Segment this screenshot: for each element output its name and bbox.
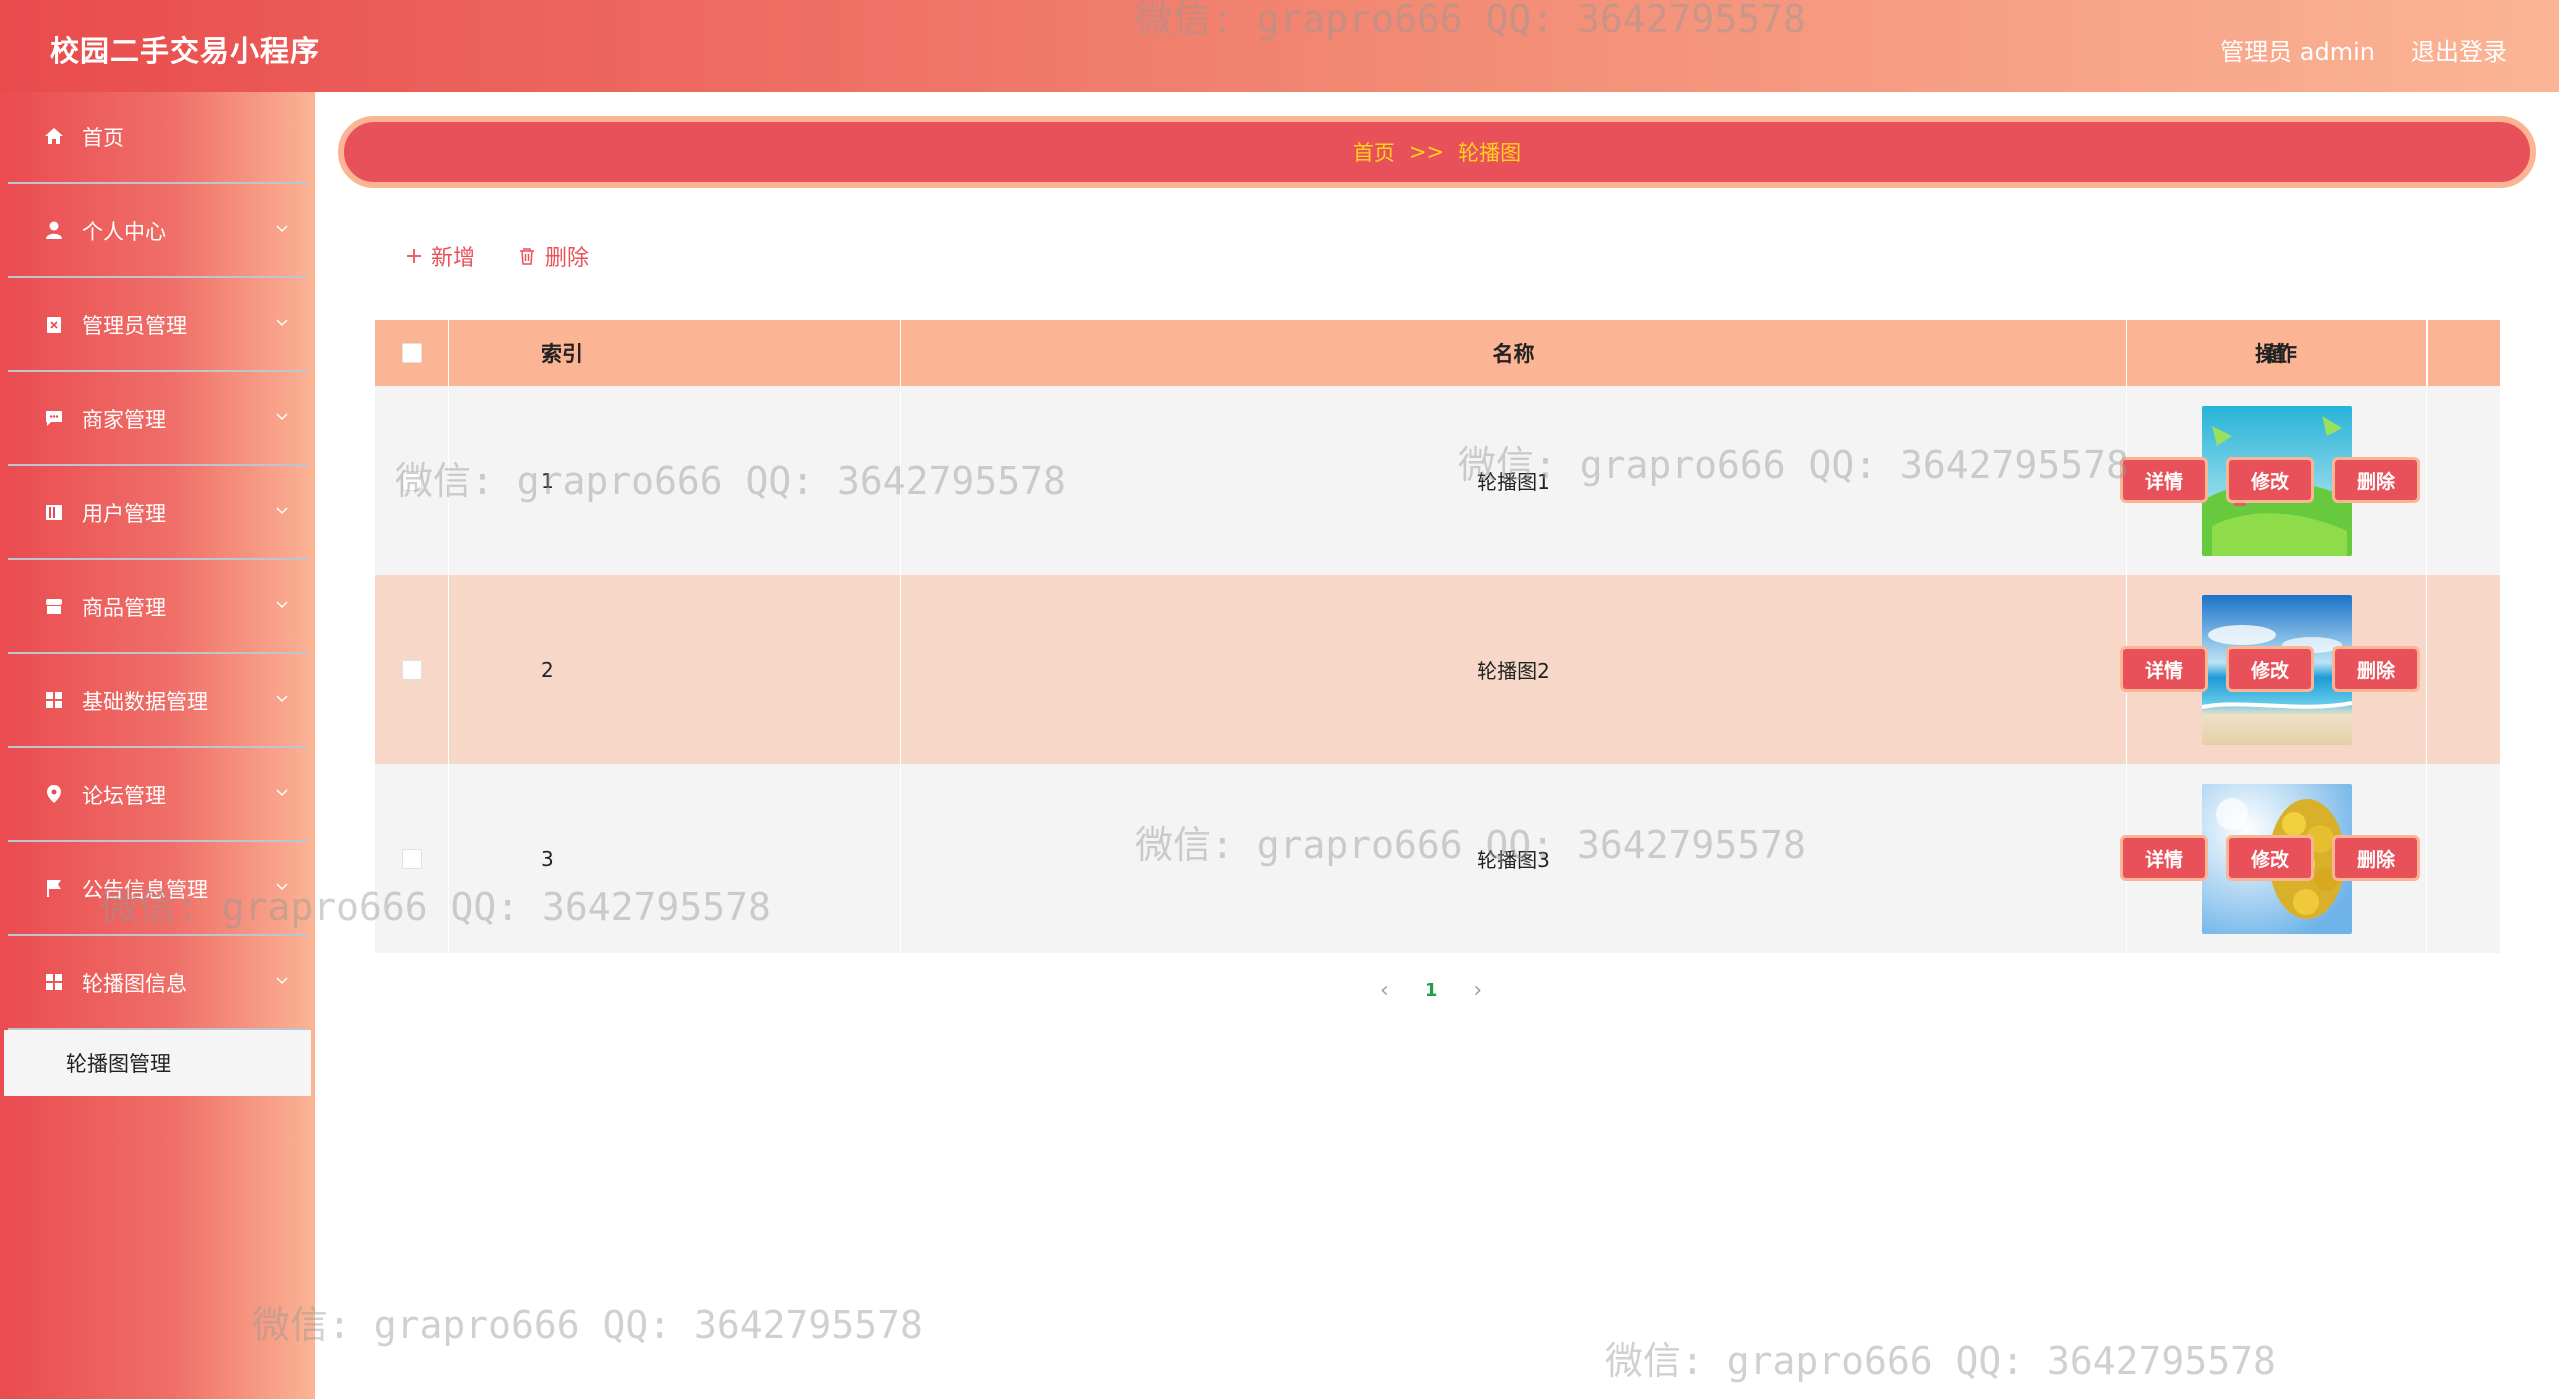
sidebar-item-label: 论坛管理 bbox=[82, 784, 166, 808]
row-actions: 详情 修改 删除 bbox=[2120, 835, 2420, 881]
row-checkbox[interactable] bbox=[401, 659, 422, 680]
sidebar-item-forum-management[interactable]: 论坛管理 bbox=[8, 750, 308, 842]
chevron-down-icon bbox=[276, 319, 288, 327]
edit-button[interactable]: 修改 bbox=[2226, 457, 2314, 503]
top-bar: 校园二手交易小程序 管理员 admin 退出登录 bbox=[0, 0, 2559, 92]
chevron-down-icon bbox=[276, 225, 288, 233]
detail-button[interactable]: 详情 bbox=[2120, 835, 2208, 881]
chevron-down-icon bbox=[276, 977, 288, 985]
chevron-down-icon bbox=[276, 789, 288, 797]
sidebar-item-goods-management[interactable]: 商品管理 bbox=[8, 562, 308, 654]
sidebar-item-label: 基础数据管理 bbox=[82, 690, 208, 714]
row-name: 轮播图1 bbox=[901, 386, 2127, 575]
sidebar: 首页 个人中心 管理员管理 商家管理 用户管理 商品管理 基础数据管理 论坛管理… bbox=[0, 92, 315, 1399]
sidebar-item-label: 个人中心 bbox=[82, 220, 166, 244]
toolbar: 新增 删除 bbox=[405, 240, 589, 272]
row-name: 轮播图2 bbox=[901, 575, 2127, 764]
header-index: 索引 bbox=[449, 320, 901, 386]
chat-icon bbox=[44, 408, 64, 428]
edit-button[interactable]: 修改 bbox=[2226, 646, 2314, 692]
sidebar-item-home[interactable]: 首页 bbox=[8, 92, 308, 184]
flag-icon bbox=[44, 878, 64, 898]
app-title: 校园二手交易小程序 bbox=[50, 34, 321, 68]
sidebar-item-label: 商品管理 bbox=[82, 596, 166, 620]
header-ops: 操作 bbox=[2255, 342, 2297, 366]
pagination: ‹ 1 › bbox=[1380, 978, 1482, 1003]
sidebar-subitem-label: 轮播图管理 bbox=[66, 1052, 171, 1076]
breadcrumb-current: 轮播图 bbox=[1458, 141, 1522, 165]
clipboard-icon bbox=[44, 314, 64, 334]
trash-icon bbox=[520, 248, 535, 265]
sidebar-item-label: 首页 bbox=[82, 126, 124, 150]
row-actions: 详情 修改 删除 bbox=[2120, 646, 2420, 692]
sidebar-item-label: 公告信息管理 bbox=[82, 878, 208, 902]
sidebar-item-user-management[interactable]: 用户管理 bbox=[8, 468, 308, 560]
grid-icon bbox=[44, 972, 64, 992]
sidebar-item-label: 用户管理 bbox=[82, 502, 166, 526]
home-icon bbox=[44, 126, 64, 146]
admin-label: 管理员 admin bbox=[2220, 38, 2375, 66]
sidebar-item-admin-management[interactable]: 管理员管理 bbox=[8, 280, 308, 372]
sidebar-item-basic-data[interactable]: 基础数据管理 bbox=[8, 656, 308, 748]
page-number[interactable]: 1 bbox=[1425, 980, 1438, 1001]
delete-button[interactable]: 删除 bbox=[2332, 835, 2420, 881]
sidebar-item-label: 轮播图信息 bbox=[82, 972, 187, 996]
chevron-down-icon bbox=[276, 413, 288, 421]
row-actions: 详情 修改 删除 bbox=[2120, 457, 2420, 503]
row-name: 轮播图3 bbox=[901, 764, 2127, 953]
delete-button[interactable]: 删除 bbox=[2332, 646, 2420, 692]
location-pin-icon bbox=[44, 784, 64, 804]
chevron-down-icon bbox=[276, 601, 288, 609]
store-icon bbox=[44, 596, 64, 616]
logout-link[interactable]: 退出登录 bbox=[2411, 32, 2507, 67]
chevron-down-icon bbox=[276, 695, 288, 703]
delete-button[interactable]: 删除 bbox=[2332, 457, 2420, 503]
prev-page-icon[interactable]: ‹ bbox=[1380, 978, 1389, 1003]
chevron-down-icon bbox=[276, 883, 288, 891]
batch-delete-button[interactable]: 删除 bbox=[517, 240, 589, 272]
grid-icon bbox=[44, 690, 64, 710]
detail-button[interactable]: 详情 bbox=[2120, 646, 2208, 692]
breadcrumb: 首页 >> 轮播图 bbox=[338, 116, 2536, 188]
row-index: 3 bbox=[449, 764, 901, 953]
row-checkbox[interactable] bbox=[401, 470, 422, 491]
row-index: 1 bbox=[449, 386, 901, 575]
watermark: 微信: grapro666 QQ: 3642795578 bbox=[1605, 1339, 2276, 1383]
top-right-links: 管理员 admin 退出登录 bbox=[2220, 32, 2507, 67]
watermark: 微信: grapro666 QQ: 3642795578 bbox=[252, 1303, 923, 1347]
sidebar-item-personal-center[interactable]: 个人中心 bbox=[8, 186, 308, 278]
sidebar-item-merchant-management[interactable]: 商家管理 bbox=[8, 374, 308, 466]
breadcrumb-home[interactable]: 首页 bbox=[1353, 137, 1395, 167]
user-icon bbox=[44, 220, 64, 240]
sidebar-subitem-carousel-management[interactable]: 轮播图管理 bbox=[4, 1030, 311, 1096]
sidebar-item-label: 商家管理 bbox=[82, 408, 166, 432]
delete-button-label: 删除 bbox=[545, 246, 590, 271]
row-index: 2 bbox=[449, 575, 901, 764]
sidebar-item-label: 管理员管理 bbox=[82, 314, 187, 338]
sidebar-item-carousel-info[interactable]: 轮播图信息 bbox=[8, 938, 308, 1030]
breadcrumb-separator: >> bbox=[1408, 140, 1445, 164]
select-all-cell bbox=[375, 320, 449, 386]
add-button[interactable]: 新增 bbox=[405, 240, 475, 272]
row-checkbox[interactable] bbox=[401, 848, 422, 869]
select-all-checkbox[interactable] bbox=[401, 343, 422, 363]
add-button-label: 新增 bbox=[431, 246, 476, 271]
sidebar-item-notice-management[interactable]: 公告信息管理 bbox=[8, 844, 308, 936]
chevron-down-icon bbox=[276, 507, 288, 515]
edit-button[interactable]: 修改 bbox=[2226, 835, 2314, 881]
next-page-icon[interactable]: › bbox=[1473, 978, 1482, 1003]
book-icon bbox=[44, 502, 64, 522]
detail-button[interactable]: 详情 bbox=[2120, 457, 2208, 503]
plus-icon bbox=[407, 249, 421, 263]
header-name: 名称 bbox=[901, 320, 2127, 386]
